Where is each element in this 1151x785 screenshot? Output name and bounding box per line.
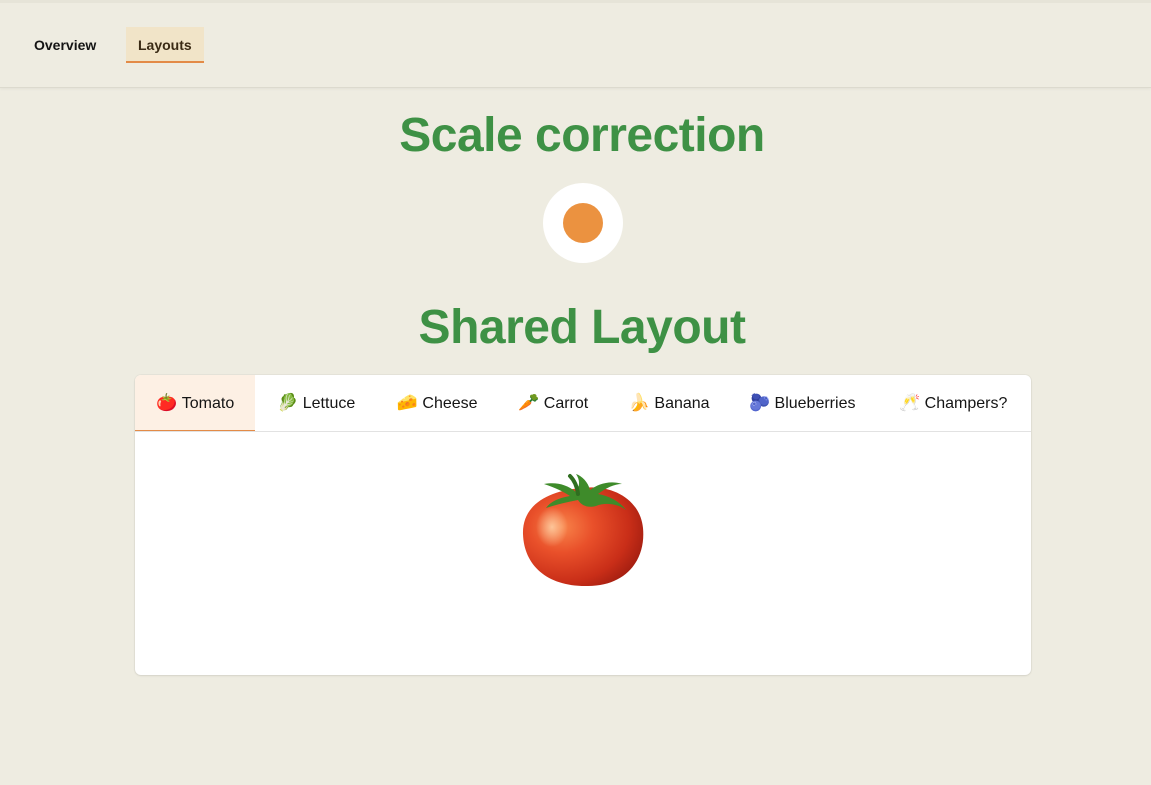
tab-label: Champers? [924,395,1008,412]
cheese-icon: 🧀 [396,393,418,412]
tab-lettuce[interactable]: 🥬 Lettuce [255,375,377,431]
tomato-icon [522,474,644,587]
shared-layout-title: Shared Layout [418,301,746,354]
tab-label: Blueberries [774,395,856,412]
tab-label: Lettuce [302,395,356,412]
tab-label: Cheese [422,395,478,412]
champagne-glasses-icon: 🥂 [899,393,921,412]
carrot-icon: 🥕 [518,393,540,412]
scale-correction-outer-circle[interactable] [543,183,623,263]
tab-label: Carrot [543,395,589,412]
tab-bar: 🍅 Tomato 🥬 Lettuce 🧀 Cheese 🥕 Carrot 🍌 Banana… [135,375,1031,432]
tab-tomato[interactable]: 🍅 Tomato [135,375,255,431]
shared-layout-card: 🍅 Tomato 🥬 Lettuce 🧀 Cheese 🥕 Carrot 🍌 Banana… [135,375,1031,675]
tab-label: Banana [654,395,710,412]
tab-label: Tomato [181,395,235,412]
nav-tab-layouts[interactable]: Layouts [126,27,204,63]
tab-champers[interactable]: 🥂 Champers? [875,375,1031,431]
blueberries-icon: 🫐 [748,393,771,412]
lettuce-icon: 🥬 [277,393,299,412]
tomato-icon: 🍅 [156,393,178,412]
nav-tab-overview[interactable]: Overview [22,27,108,63]
tab-blueberries[interactable]: 🫐 Blueberries [729,375,875,431]
scale-correction-title: Scale correction [399,109,765,162]
banana-icon: 🍌 [628,393,650,412]
top-nav-bar: Overview Layouts [0,0,1151,87]
scale-correction-inner-dot [563,203,603,243]
tab-cheese[interactable]: 🧀 Cheese [377,375,497,431]
tab-banana[interactable]: 🍌 Banana [609,375,729,431]
tab-carrot[interactable]: 🥕 Carrot [497,375,609,431]
tab-content-panel [135,432,1031,675]
